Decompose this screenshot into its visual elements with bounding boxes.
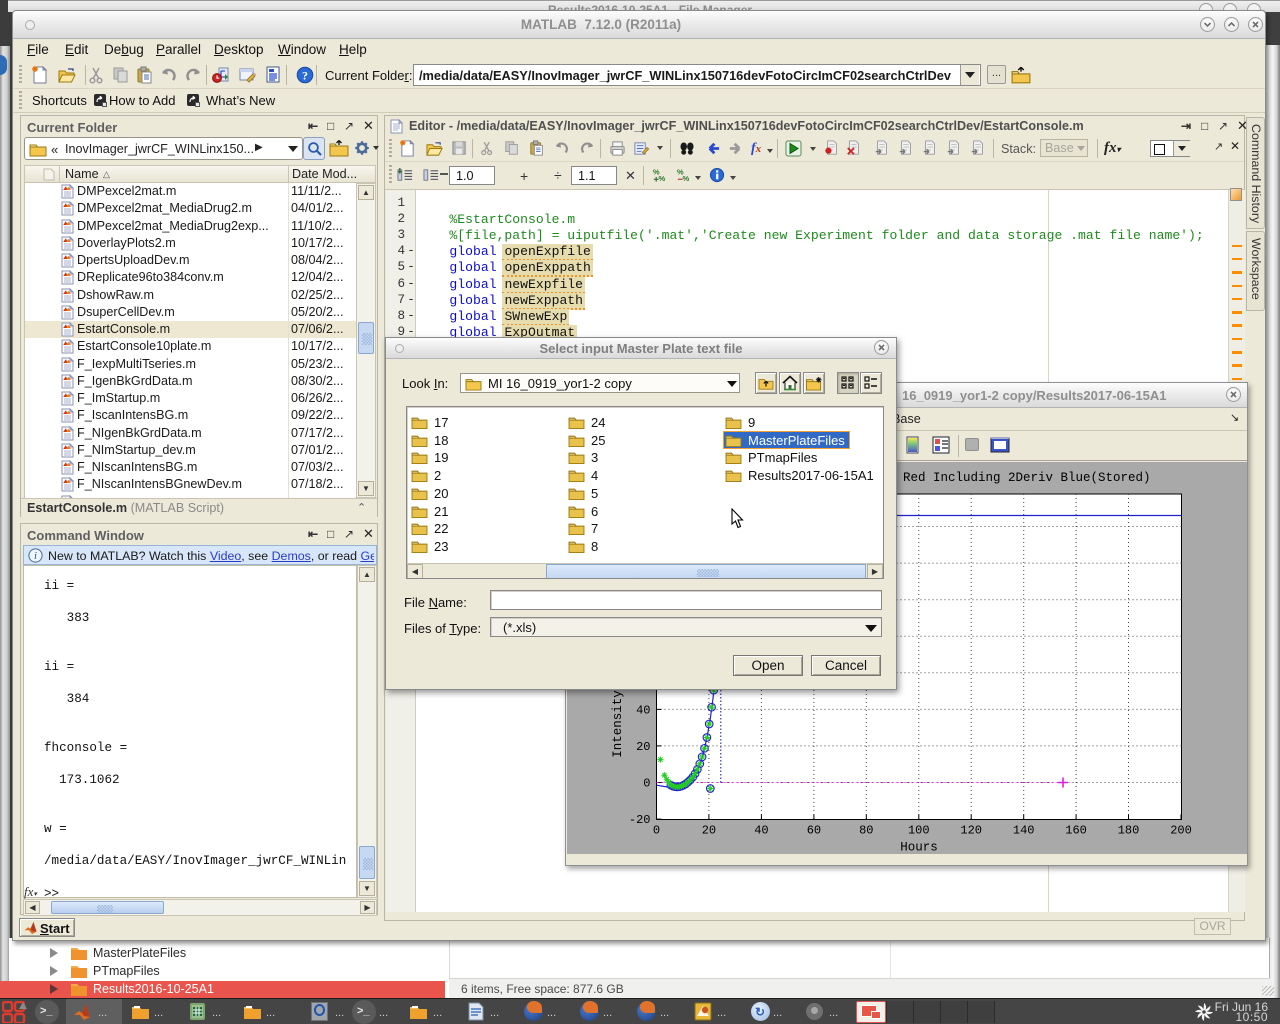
- svg-text:%: %: [659, 174, 666, 183]
- svg-text:40: 40: [754, 824, 768, 838]
- svg-text:0: 0: [643, 777, 650, 791]
- svg-text:160: 160: [1065, 824, 1087, 838]
- svg-text:80: 80: [859, 824, 873, 838]
- svg-text:Hours: Hours: [900, 841, 938, 855]
- svg-text:Red Including 2Deriv Blue(Stor: Red Including 2Deriv Blue(Stored): [903, 471, 1151, 485]
- svg-text:Intensity: Intensity: [611, 690, 625, 758]
- svg-text:140: 140: [1013, 824, 1035, 838]
- svg-text:%: %: [683, 174, 690, 183]
- svg-text:20: 20: [636, 740, 650, 754]
- svg-text:40: 40: [636, 703, 650, 717]
- svg-text:200: 200: [1170, 824, 1192, 838]
- svg-text:?: ?: [302, 69, 308, 83]
- svg-text:60: 60: [807, 824, 821, 838]
- svg-text:120: 120: [960, 824, 982, 838]
- svg-text:100: 100: [908, 824, 930, 838]
- svg-text:20: 20: [702, 824, 716, 838]
- svg-text:-20: -20: [629, 813, 651, 827]
- svg-text:0: 0: [653, 824, 660, 838]
- svg-text:180: 180: [1118, 824, 1140, 838]
- svg-text:i: i: [34, 551, 37, 562]
